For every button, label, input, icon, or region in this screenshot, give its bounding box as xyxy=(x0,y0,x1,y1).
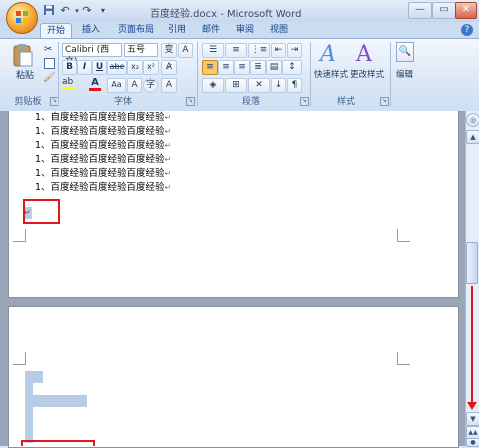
redo-icon[interactable]: ↷ xyxy=(80,4,94,18)
group-separator xyxy=(58,42,59,106)
editing-button-label[interactable]: 编辑 xyxy=(396,68,413,80)
grow-font-icon[interactable]: A xyxy=(161,78,177,93)
superscript-button[interactable]: x² xyxy=(143,60,159,75)
multilevel-list-icon[interactable]: ⋮≡ xyxy=(248,43,270,58)
tab-mailings[interactable]: 邮件 xyxy=(198,23,224,38)
maximize-button[interactable]: ▭ xyxy=(432,2,456,19)
align-left-icon[interactable]: ≡ xyxy=(202,60,218,75)
highlight-annotation-box xyxy=(21,440,95,446)
phonetic-guide-icon[interactable]: 变 xyxy=(161,43,177,58)
highlight-color-icon[interactable]: ab xyxy=(62,77,84,91)
increase-indent-icon[interactable]: ⇥ xyxy=(287,43,302,58)
show-marks-icon[interactable]: ¶ xyxy=(287,78,302,93)
text-line[interactable]: 1、百度经验百度经验百度经验↵ xyxy=(35,125,171,139)
text-line[interactable]: 1、百度经验百度经验百度经验↵ xyxy=(35,139,171,153)
bullets-icon[interactable]: ☰ xyxy=(202,43,224,58)
group-separator xyxy=(390,42,391,106)
font-launcher-icon[interactable]: ↘ xyxy=(186,97,195,106)
clear-formatting-icon[interactable]: A̷ xyxy=(161,60,177,75)
tab-references[interactable]: 引用 xyxy=(164,23,190,38)
margin-corner-mark xyxy=(13,352,26,365)
paragraph-launcher-icon[interactable]: ↘ xyxy=(300,97,309,106)
customize-qat-icon[interactable]: ▾ xyxy=(96,4,110,18)
document-page[interactable]: 1、自度经验百度经验自度经验↵ 1、百度经验百度经验百度经验↵ 1、百度经验百度… xyxy=(8,111,459,298)
change-styles-label[interactable]: 更改样式 xyxy=(350,68,384,80)
paste-icon[interactable] xyxy=(12,42,34,68)
styles-launcher-icon[interactable]: ↘ xyxy=(380,97,389,106)
selected-paragraph[interactable] xyxy=(25,419,33,431)
change-case-button[interactable]: Aa xyxy=(107,78,126,93)
change-styles-icon[interactable]: A xyxy=(356,42,380,67)
sort-icon[interactable]: ↓ xyxy=(271,78,286,93)
tab-review[interactable]: 审阅 xyxy=(232,23,258,38)
paragraph-group-label: 段落 xyxy=(241,97,260,107)
tab-home[interactable]: 开始 xyxy=(40,23,72,39)
margin-corner-mark xyxy=(397,352,410,365)
font-color-label: A xyxy=(91,77,99,88)
shading-icon[interactable]: ◈ xyxy=(202,78,224,93)
scroll-down-icon[interactable]: ▼ xyxy=(466,412,479,426)
margin-corner-mark xyxy=(397,229,410,242)
selected-paragraph[interactable] xyxy=(25,383,33,395)
strikethrough-button[interactable]: abe xyxy=(107,60,127,75)
numbering-icon[interactable]: ≡ xyxy=(225,43,247,58)
font-name-combo[interactable]: Calibri (西文) xyxy=(62,43,122,67)
document-page[interactable] xyxy=(8,306,459,448)
clipboard-group-label: 剪贴板 xyxy=(14,97,42,107)
font-group-label: 字体 xyxy=(113,97,132,107)
character-shading-icon[interactable]: A xyxy=(127,78,142,93)
office-logo-icon xyxy=(16,11,28,23)
annotation-arrow-head-icon xyxy=(467,402,477,410)
scroll-up-icon[interactable]: ▲ xyxy=(466,130,479,144)
cut-icon[interactable]: ✂ xyxy=(44,44,52,55)
bold-button[interactable]: B xyxy=(62,60,77,75)
quick-styles-icon[interactable]: A xyxy=(320,42,344,67)
tab-insert[interactable]: 插入 xyxy=(78,23,104,38)
selected-paragraph[interactable] xyxy=(25,371,43,383)
align-right-icon[interactable]: ≡ xyxy=(234,60,250,75)
group-separator xyxy=(197,42,198,106)
minimize-button[interactable]: — xyxy=(408,2,432,19)
borders-icon[interactable]: ⊞ xyxy=(225,78,247,93)
enclose-characters-icon[interactable]: 字 xyxy=(143,78,158,93)
help-icon[interactable]: ? xyxy=(461,24,473,36)
window-title: 百度经验.docx - Microsoft Word xyxy=(150,9,302,20)
font-size-combo[interactable]: 五号 xyxy=(124,43,158,57)
distribute-icon[interactable]: ▤ xyxy=(266,60,282,75)
copy-icon[interactable] xyxy=(44,58,55,69)
office-button[interactable] xyxy=(6,2,38,34)
chinese-layout-icon[interactable]: ✕ xyxy=(248,78,270,93)
text-line[interactable]: 1、百度经验百度经验百度经验↵ xyxy=(35,181,171,195)
selected-paragraph[interactable] xyxy=(25,395,87,407)
align-center-icon[interactable]: ≡ xyxy=(218,60,234,75)
italic-button[interactable]: I xyxy=(77,60,92,75)
annotation-arrow-line xyxy=(471,286,473,404)
styles-group-label: 样式 xyxy=(336,97,355,107)
tab-view[interactable]: 视图 xyxy=(266,23,292,38)
selected-paragraph[interactable] xyxy=(25,407,33,419)
underline-button[interactable]: U xyxy=(92,60,107,75)
close-button[interactable]: ✕ xyxy=(455,2,477,19)
line-spacing-icon[interactable]: ↕ xyxy=(282,60,302,75)
group-separator xyxy=(310,42,311,106)
justify-icon[interactable]: ≣ xyxy=(250,60,266,75)
decrease-indent-icon[interactable]: ⇤ xyxy=(271,43,286,58)
quick-styles-label[interactable]: 快速样式 xyxy=(314,68,348,80)
subscript-button[interactable]: x₂ xyxy=(127,60,143,75)
text-line[interactable]: 1、百度经验百度经验百度经验↵ xyxy=(35,167,171,181)
paste-button-label[interactable]: 粘贴 xyxy=(16,68,34,81)
ruler-toggle-icon[interactable]: ◎ xyxy=(466,113,479,127)
text-line[interactable]: 1、百度经验百度经验百度经验↵ xyxy=(35,153,171,167)
highlight-annotation-box xyxy=(23,199,60,224)
character-border-icon[interactable]: A xyxy=(178,43,193,58)
text-line[interactable]: 1、自度经验百度经验自度经验↵ xyxy=(35,111,171,125)
scroll-thumb[interactable] xyxy=(466,242,478,284)
font-color-icon[interactable]: A xyxy=(86,77,104,91)
tab-page-layout[interactable]: 页面布局 xyxy=(112,23,160,38)
format-painter-icon[interactable]: 🖌 xyxy=(43,72,56,83)
save-icon[interactable] xyxy=(42,4,56,18)
margin-corner-mark xyxy=(13,229,26,242)
find-icon[interactable]: 🔍 xyxy=(396,42,414,62)
